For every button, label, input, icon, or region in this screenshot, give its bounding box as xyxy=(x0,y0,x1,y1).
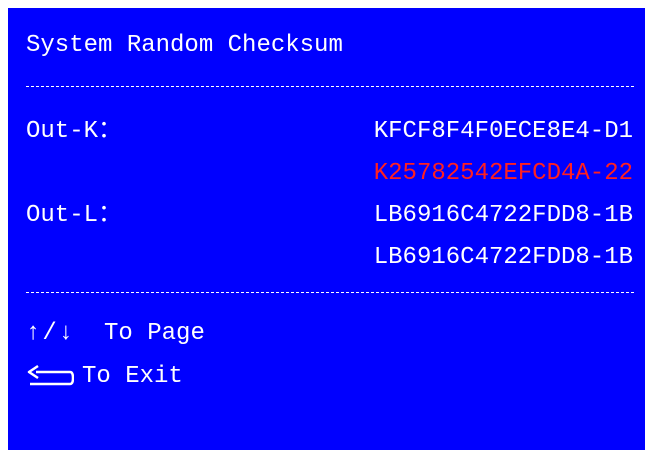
out-l-value-2: LB6916C4722FDD8-1B xyxy=(373,244,633,271)
page-hint: ↑/↓ To Page xyxy=(26,322,205,346)
out-k-value-1: KFCF8F4F0ECE8E4-D1 xyxy=(373,118,633,145)
out-l-label: Out-L： xyxy=(26,202,123,229)
out-k-label: Out-K： xyxy=(26,118,123,145)
screen-title: System Random Checksum xyxy=(26,32,343,59)
top-divider xyxy=(26,86,634,87)
out-l-value-1: LB6916C4722FDD8-1B xyxy=(373,202,633,229)
page-hint-label: To Page xyxy=(104,320,205,347)
return-icon xyxy=(27,364,74,386)
exit-hint: To Exit xyxy=(26,364,183,390)
exit-hint-label: To Exit xyxy=(82,363,183,390)
out-k-value-2: K25782542EFCD4A-22 xyxy=(373,160,633,187)
checksum-screen: System Random Checksum Out-K： KFCF8F4F0E… xyxy=(8,8,645,450)
up-down-arrows-icon: ↑/↓ xyxy=(26,320,76,347)
bottom-divider xyxy=(26,292,634,293)
